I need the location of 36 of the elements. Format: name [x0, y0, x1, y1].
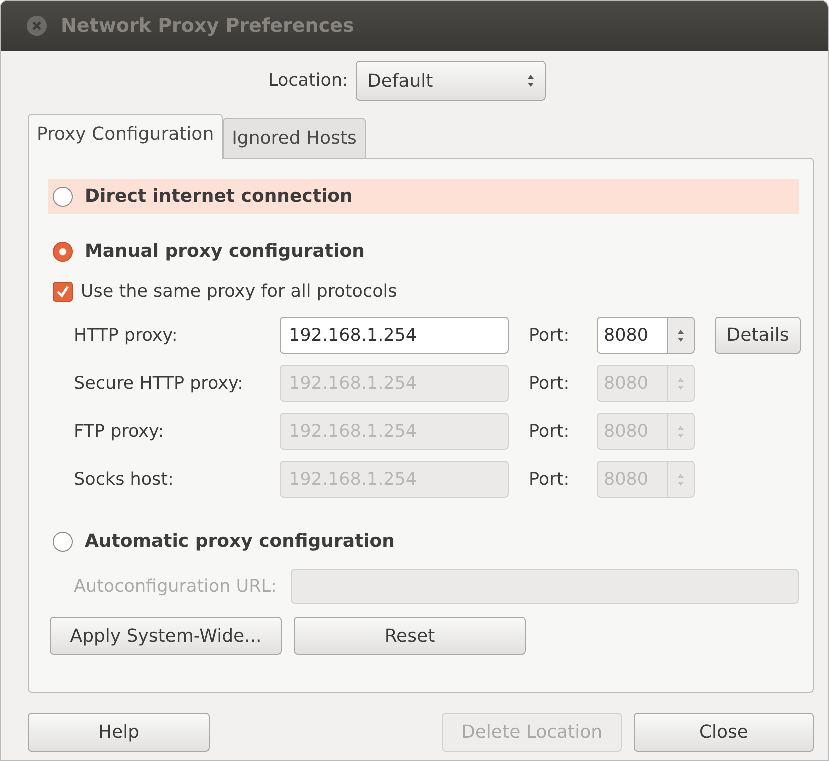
- radio-label[interactable]: Direct internet connection: [85, 183, 353, 210]
- port-label: Port:: [529, 324, 571, 348]
- radio-button[interactable]: [53, 186, 73, 206]
- details-button[interactable]: Details: [715, 317, 801, 354]
- action-button[interactable]: Reset: [294, 617, 526, 656]
- proxy-label: Socks host:: [74, 468, 175, 492]
- up-down-arrows-icon: [677, 376, 685, 391]
- footer-button[interactable]: Help: [28, 713, 210, 752]
- proxy-label: HTTP proxy:: [74, 324, 179, 348]
- checkbox-label[interactable]: Use the same proxy for all protocols: [81, 279, 398, 306]
- port-label: Port:: [529, 468, 571, 492]
- action-button[interactable]: Apply System-Wide...: [50, 617, 282, 656]
- proxy-host-field[interactable]: 192.168.1.254: [280, 317, 509, 354]
- checkbox[interactable]: [53, 282, 73, 302]
- url-label: Autoconfiguration URL:: [74, 576, 277, 599]
- radio-button[interactable]: [53, 242, 73, 262]
- proxy-label: FTP proxy:: [74, 420, 165, 444]
- radio-label[interactable]: Manual proxy configuration: [85, 238, 365, 265]
- up-down-arrows-icon: [527, 74, 536, 88]
- tab[interactable]: Proxy Configuration: [28, 114, 224, 159]
- up-down-arrows-icon: [677, 328, 685, 343]
- footer-button[interactable]: Close: [634, 713, 814, 752]
- port-field[interactable]: 8080: [597, 317, 667, 354]
- proxy-label: Secure HTTP proxy:: [74, 372, 244, 396]
- window-title: Network Proxy Preferences: [61, 14, 354, 39]
- up-down-arrows-icon: [677, 472, 685, 487]
- close-icon[interactable]: [27, 16, 47, 36]
- spin-button[interactable]: [667, 317, 695, 354]
- location-label: Location:: [268, 70, 348, 93]
- up-down-arrows-icon: [677, 424, 685, 439]
- radio-button[interactable]: [53, 532, 73, 552]
- port-label: Port:: [529, 372, 571, 396]
- radio-label[interactable]: Automatic proxy configuration: [85, 528, 395, 556]
- location-dropdown[interactable]: Default: [356, 61, 546, 101]
- port-label: Port:: [529, 420, 571, 444]
- tab[interactable]: Ignored Hosts: [223, 118, 366, 158]
